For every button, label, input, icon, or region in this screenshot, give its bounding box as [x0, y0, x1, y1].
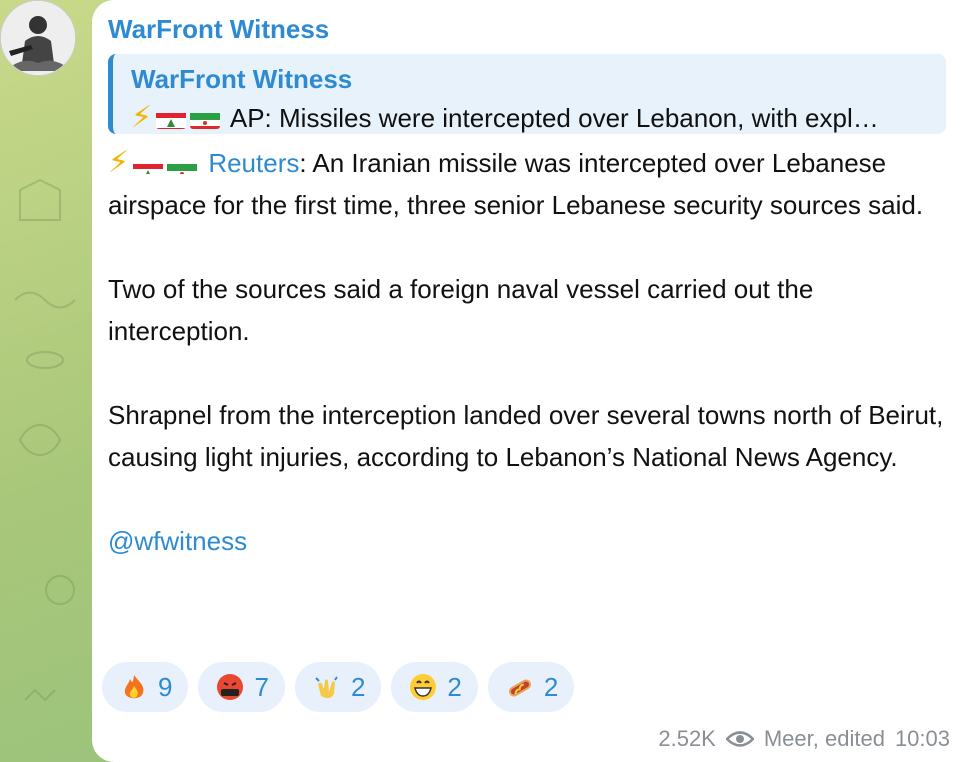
- reaction-clapping-hands[interactable]: 2: [294, 662, 382, 712]
- lebanon-flag-icon: [156, 109, 187, 129]
- author-edited-label: Meer, edited: [763, 726, 885, 751]
- paragraph-1: ⚡ Reuters: An Iranian missile was interc…: [108, 142, 948, 226]
- reply-sender-name: WarFront Witness: [131, 64, 353, 94]
- source-link-reuters[interactable]: Reuters: [208, 148, 299, 178]
- eye-icon: [725, 731, 754, 747]
- paragraph-3: Shrapnel from the interception landed ov…: [108, 400, 944, 472]
- clapping-hands-icon: [311, 671, 343, 703]
- reaction-count: 2: [447, 671, 462, 702]
- channel-handle-link[interactable]: @wfwitness: [108, 526, 247, 556]
- message-bubble: WarFront Witness WarFront Witness ⚡ AP: …: [92, 0, 976, 762]
- reaction-count: 2: [350, 671, 366, 702]
- reaction-count: 2: [543, 671, 559, 702]
- reaction-fire[interactable]: 9: [102, 662, 189, 712]
- lightning-emoji-icon: ⚡: [131, 101, 153, 134]
- lebanon-flag-icon: [133, 154, 164, 174]
- reaction-count: 9: [158, 671, 173, 702]
- iran-flag-icon: [190, 109, 221, 129]
- chat-background-pattern: [14, 178, 76, 702]
- reaction-hotdog[interactable]: 2: [487, 662, 575, 712]
- grinning-face-icon: [407, 671, 439, 703]
- reply-preview: ⚡ AP: Missiles were intercepted over Leb…: [131, 100, 932, 135]
- paragraph-2: Two of the sources said a foreign naval …: [108, 274, 814, 346]
- reaction-grinning-face[interactable]: 2: [391, 662, 478, 712]
- reactions-bar: 9 7 2 2 2: [102, 662, 575, 712]
- lightning-emoji-icon: ⚡: [108, 146, 130, 179]
- channel-avatar[interactable]: [0, 0, 76, 76]
- fire-icon: [118, 671, 150, 703]
- sender-name[interactable]: WarFront Witness: [108, 14, 329, 45]
- swearing-face-icon: [214, 671, 246, 703]
- reply-preview-text: AP: Missiles were intercepted over Leban…: [229, 103, 879, 133]
- view-count: 2.52K: [658, 726, 716, 751]
- iran-flag-icon: [167, 154, 198, 174]
- soldier-avatar-icon: [1, 1, 75, 75]
- message-time: 10:03: [894, 726, 950, 751]
- message-meta: 2.52K Meer, edited 10:03: [658, 726, 950, 752]
- reply-quote[interactable]: WarFront Witness ⚡ AP: Missiles were int…: [108, 54, 946, 134]
- message-text: ⚡ Reuters: An Iranian missile was interc…: [108, 142, 948, 562]
- reaction-swearing-face[interactable]: 7: [198, 662, 285, 712]
- hotdog-icon: [504, 671, 536, 703]
- reaction-count: 7: [254, 671, 269, 702]
